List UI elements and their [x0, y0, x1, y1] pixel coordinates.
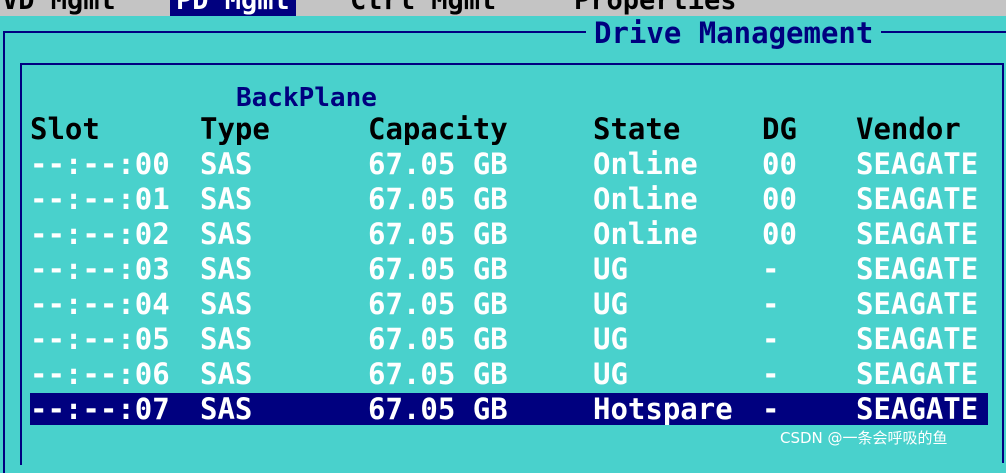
- column-header-capacity: Capacity: [368, 112, 508, 146]
- drive-dg: -: [762, 392, 780, 426]
- drive-vendor: SEAGATE: [856, 182, 979, 216]
- column-header-type: Type: [200, 112, 270, 146]
- drive-state: UG: [593, 287, 628, 321]
- drive-row[interactable]: --:--:06 SAS 67.05 GB UG - SEAGATE: [30, 358, 988, 390]
- drive-row[interactable]: --:--:03 SAS 67.05 GB UG - SEAGATE: [30, 253, 988, 285]
- drive-slot: --:--:06: [30, 357, 170, 391]
- drive-row[interactable]: --:--:01 SAS 67.05 GB Online 00 SEAGATE: [30, 183, 988, 215]
- panel-title: Drive Management: [586, 16, 882, 50]
- column-header-dg: DG: [762, 112, 797, 146]
- tab-ctrl-mgmt[interactable]: Ctrl Mgmt: [350, 0, 496, 16]
- drive-dg: 00: [762, 147, 797, 181]
- column-header-vendor: Vendor: [856, 112, 961, 146]
- drive-dg: -: [762, 357, 780, 391]
- drive-state: Online: [593, 182, 698, 216]
- drive-capacity: 67.05 GB: [368, 392, 508, 426]
- drive-type: SAS: [200, 252, 253, 286]
- drive-slot: --:--:01: [30, 182, 170, 216]
- drive-capacity: 67.05 GB: [368, 217, 508, 251]
- drive-vendor: SEAGATE: [856, 392, 979, 426]
- table-header: Slot Type Capacity State DG Vendor: [30, 113, 988, 145]
- drive-type: SAS: [200, 182, 253, 216]
- drive-vendor: SEAGATE: [856, 217, 979, 251]
- column-header-slot: Slot: [30, 112, 100, 146]
- tab-properties[interactable]: Properties: [574, 0, 737, 16]
- drive-state: UG: [593, 252, 628, 286]
- backplane-frame-right-border: [1002, 63, 1004, 463]
- drive-capacity: 67.05 GB: [368, 357, 508, 391]
- drive-state: Hotspare: [593, 392, 733, 426]
- drive-vendor: SEAGATE: [856, 322, 979, 356]
- drive-state: UG: [593, 357, 628, 391]
- drive-type: SAS: [200, 322, 253, 356]
- drive-row[interactable]: --:--:00 SAS 67.05 GB Online 00 SEAGATE: [30, 148, 988, 180]
- watermark: CSDN @一条会呼吸的鱼: [780, 429, 948, 447]
- tab-vd-mgmt[interactable]: VD Mgmt: [2, 0, 116, 16]
- drive-row-selected[interactable]: --:--:07 SAS 67.05 GB Hotspare - SEAGATE: [30, 393, 988, 425]
- drive-row[interactable]: --:--:05 SAS 67.05 GB UG - SEAGATE: [30, 323, 988, 355]
- drive-state: Online: [593, 147, 698, 181]
- drive-slot: --:--:04: [30, 287, 170, 321]
- drive-vendor: SEAGATE: [856, 287, 979, 321]
- drive-dg: 00: [762, 182, 797, 216]
- tab-pd-mgmt[interactable]: PD Mgmt: [170, 0, 296, 16]
- drive-type: SAS: [200, 147, 253, 181]
- drive-dg: -: [762, 322, 780, 356]
- drive-dg: 00: [762, 217, 797, 251]
- drive-capacity: 67.05 GB: [368, 182, 508, 216]
- drive-capacity: 67.05 GB: [368, 252, 508, 286]
- drive-slot: --:--:05: [30, 322, 170, 356]
- drive-slot: --:--:00: [30, 147, 170, 181]
- drive-row[interactable]: --:--:04 SAS 67.05 GB UG - SEAGATE: [30, 288, 988, 320]
- drive-slot: --:--:07: [30, 392, 170, 426]
- drive-dg: -: [762, 287, 780, 321]
- drive-dg: -: [762, 252, 780, 286]
- drive-capacity: 67.05 GB: [368, 287, 508, 321]
- drive-type: SAS: [200, 392, 253, 426]
- drive-capacity: 67.05 GB: [368, 147, 508, 181]
- drive-state: Online: [593, 217, 698, 251]
- drive-type: SAS: [200, 217, 253, 251]
- drive-row[interactable]: --:--:02 SAS 67.05 GB Online 00 SEAGATE: [30, 218, 988, 250]
- tab-bar: VD Mgmt PD Mgmt Ctrl Mgmt Properties: [0, 0, 1006, 16]
- drive-type: SAS: [200, 357, 253, 391]
- drive-slot: --:--:02: [30, 217, 170, 251]
- drive-vendor: SEAGATE: [856, 252, 979, 286]
- drive-capacity: 67.05 GB: [368, 322, 508, 356]
- drive-type: SAS: [200, 287, 253, 321]
- drive-state: UG: [593, 322, 628, 356]
- drive-slot: --:--:03: [30, 252, 170, 286]
- column-header-state: State: [593, 112, 681, 146]
- drive-vendor: SEAGATE: [856, 147, 979, 181]
- backplane-title: BackPlane: [236, 83, 377, 113]
- drive-vendor: SEAGATE: [856, 357, 979, 391]
